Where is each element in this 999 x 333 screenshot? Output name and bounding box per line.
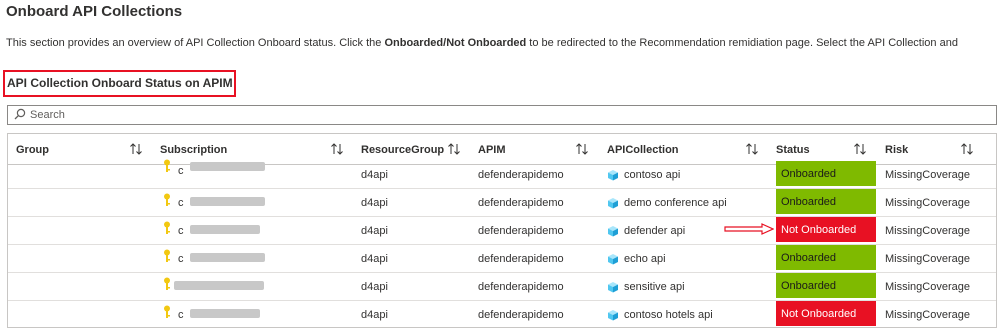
description-prefix: This section provides an overview of API… [6, 37, 385, 49]
cube-icon [607, 225, 619, 237]
redaction-blur [190, 197, 265, 206]
subscription-cell: c [178, 308, 184, 321]
search-input[interactable] [30, 109, 330, 121]
key-icon [163, 159, 171, 173]
table-row[interactable]: c d4api defenderapidemo demo conference … [8, 189, 996, 217]
resourcegroup-cell: d4api [361, 252, 388, 265]
column-header-label: Risk [885, 143, 909, 156]
description-suffix: to be redirected to the Recommendation r… [526, 37, 958, 49]
apim-cell: defenderapidemo [478, 252, 564, 265]
apicollection-cell: contoso api [607, 161, 680, 188]
section-title: API Collection Onboard Status on APIM [7, 76, 233, 90]
redaction-blur [174, 281, 264, 290]
subscription-cell: c [178, 164, 184, 177]
table-row[interactable]: c d4api defenderapidemo contoso hotels a… [8, 301, 996, 327]
table-row[interactable]: c d4api defenderapidemo contoso api Onbo… [8, 159, 996, 189]
redaction-blur [190, 225, 260, 234]
apim-cell: defenderapidemo [478, 280, 564, 293]
cube-icon [607, 309, 619, 321]
status-not-onboarded-badge[interactable]: Not Onboarded [776, 301, 876, 326]
subscription-cell: c [178, 196, 184, 209]
resourcegroup-cell: d4api [361, 308, 388, 321]
apim-cell: defenderapidemo [478, 308, 564, 321]
sort-arrows-icon[interactable] [447, 142, 461, 156]
status-onboarded-badge[interactable]: Onboarded [776, 161, 876, 186]
cube-icon [607, 253, 619, 265]
apim-cell: defenderapidemo [478, 224, 564, 237]
cube-icon [607, 169, 619, 181]
column-header-label: ResourceGroup [361, 143, 445, 156]
redaction-blur [190, 309, 260, 318]
subscription-cell: c [178, 252, 184, 265]
risk-cell: MissingCoverage [885, 308, 970, 321]
arrow-right-icon [724, 222, 775, 235]
apicollection-cell: contoso hotels api [607, 301, 713, 327]
apicollection-label: demo conference api [624, 196, 727, 209]
sort-arrows-icon[interactable] [960, 142, 974, 156]
status-onboarded-badge[interactable]: Onboarded [776, 273, 876, 298]
apicollection-label: contoso hotels api [624, 308, 713, 321]
risk-cell: MissingCoverage [885, 168, 970, 181]
risk-cell: MissingCoverage [885, 252, 970, 265]
apicollection-label: defender api [624, 224, 686, 237]
description-bold: Onboarded/Not Onboarded [384, 37, 527, 49]
risk-cell: MissingCoverage [885, 224, 970, 237]
apicollection-label: echo api [624, 252, 666, 265]
key-icon [163, 277, 171, 291]
sort-arrows-icon[interactable] [745, 142, 759, 156]
page-title: Onboard API Collections [6, 3, 183, 20]
apicollection-label: sensitive api [624, 280, 685, 293]
search-icon [12, 107, 28, 123]
key-icon [163, 221, 171, 235]
apicollection-cell: defender api [607, 217, 685, 244]
key-icon [163, 249, 171, 263]
subscription-cell: c [178, 224, 184, 237]
risk-cell: MissingCoverage [885, 280, 970, 293]
resourcegroup-cell: d4api [361, 224, 388, 237]
cube-icon [607, 197, 619, 209]
apim-cell: defenderapidemo [478, 168, 564, 181]
status-onboarded-badge[interactable]: Onboarded [776, 245, 876, 270]
key-icon [163, 193, 171, 207]
apicollection-label: contoso api [624, 168, 681, 181]
redaction-blur [190, 162, 265, 171]
apicollection-cell: echo api [607, 245, 666, 272]
table-row[interactable]: c d4api defenderapidemo defender api Not… [8, 217, 996, 245]
status-onboarded-badge[interactable]: Onboarded [776, 189, 876, 214]
column-header-label: APICollection [607, 143, 679, 156]
apim-cell: defenderapidemo [478, 196, 564, 209]
apicollection-cell: demo conference api [607, 189, 727, 216]
cube-icon [607, 281, 619, 293]
resourcegroup-cell: d4api [361, 168, 388, 181]
apicollection-cell: sensitive api [607, 273, 685, 300]
column-header-label: Group [16, 143, 49, 156]
redaction-blur [190, 253, 265, 262]
column-header-label: Status [776, 143, 810, 156]
column-header-label: Subscription [160, 143, 228, 156]
column-header-label: APIM [478, 143, 506, 156]
sort-arrows-icon[interactable] [129, 142, 143, 156]
status-not-onboarded-badge[interactable]: Not Onboarded [776, 217, 876, 242]
table-row[interactable]: c d4api defenderapidemo sensitive api On… [8, 273, 996, 301]
resourcegroup-cell: d4api [361, 196, 388, 209]
page-description: This section provides an overview of API… [6, 37, 958, 49]
search-box[interactable] [7, 105, 997, 125]
risk-cell: MissingCoverage [885, 196, 970, 209]
sort-arrows-icon[interactable] [575, 142, 589, 156]
data-table: Group Subscription ResourceGroup APIM AP… [7, 133, 997, 328]
resourcegroup-cell: d4api [361, 280, 388, 293]
sort-arrows-icon[interactable] [853, 142, 867, 156]
sort-arrows-icon[interactable] [330, 142, 344, 156]
key-icon [163, 305, 171, 319]
table-row[interactable]: c d4api defenderapidemo echo api Onboard… [8, 245, 996, 273]
